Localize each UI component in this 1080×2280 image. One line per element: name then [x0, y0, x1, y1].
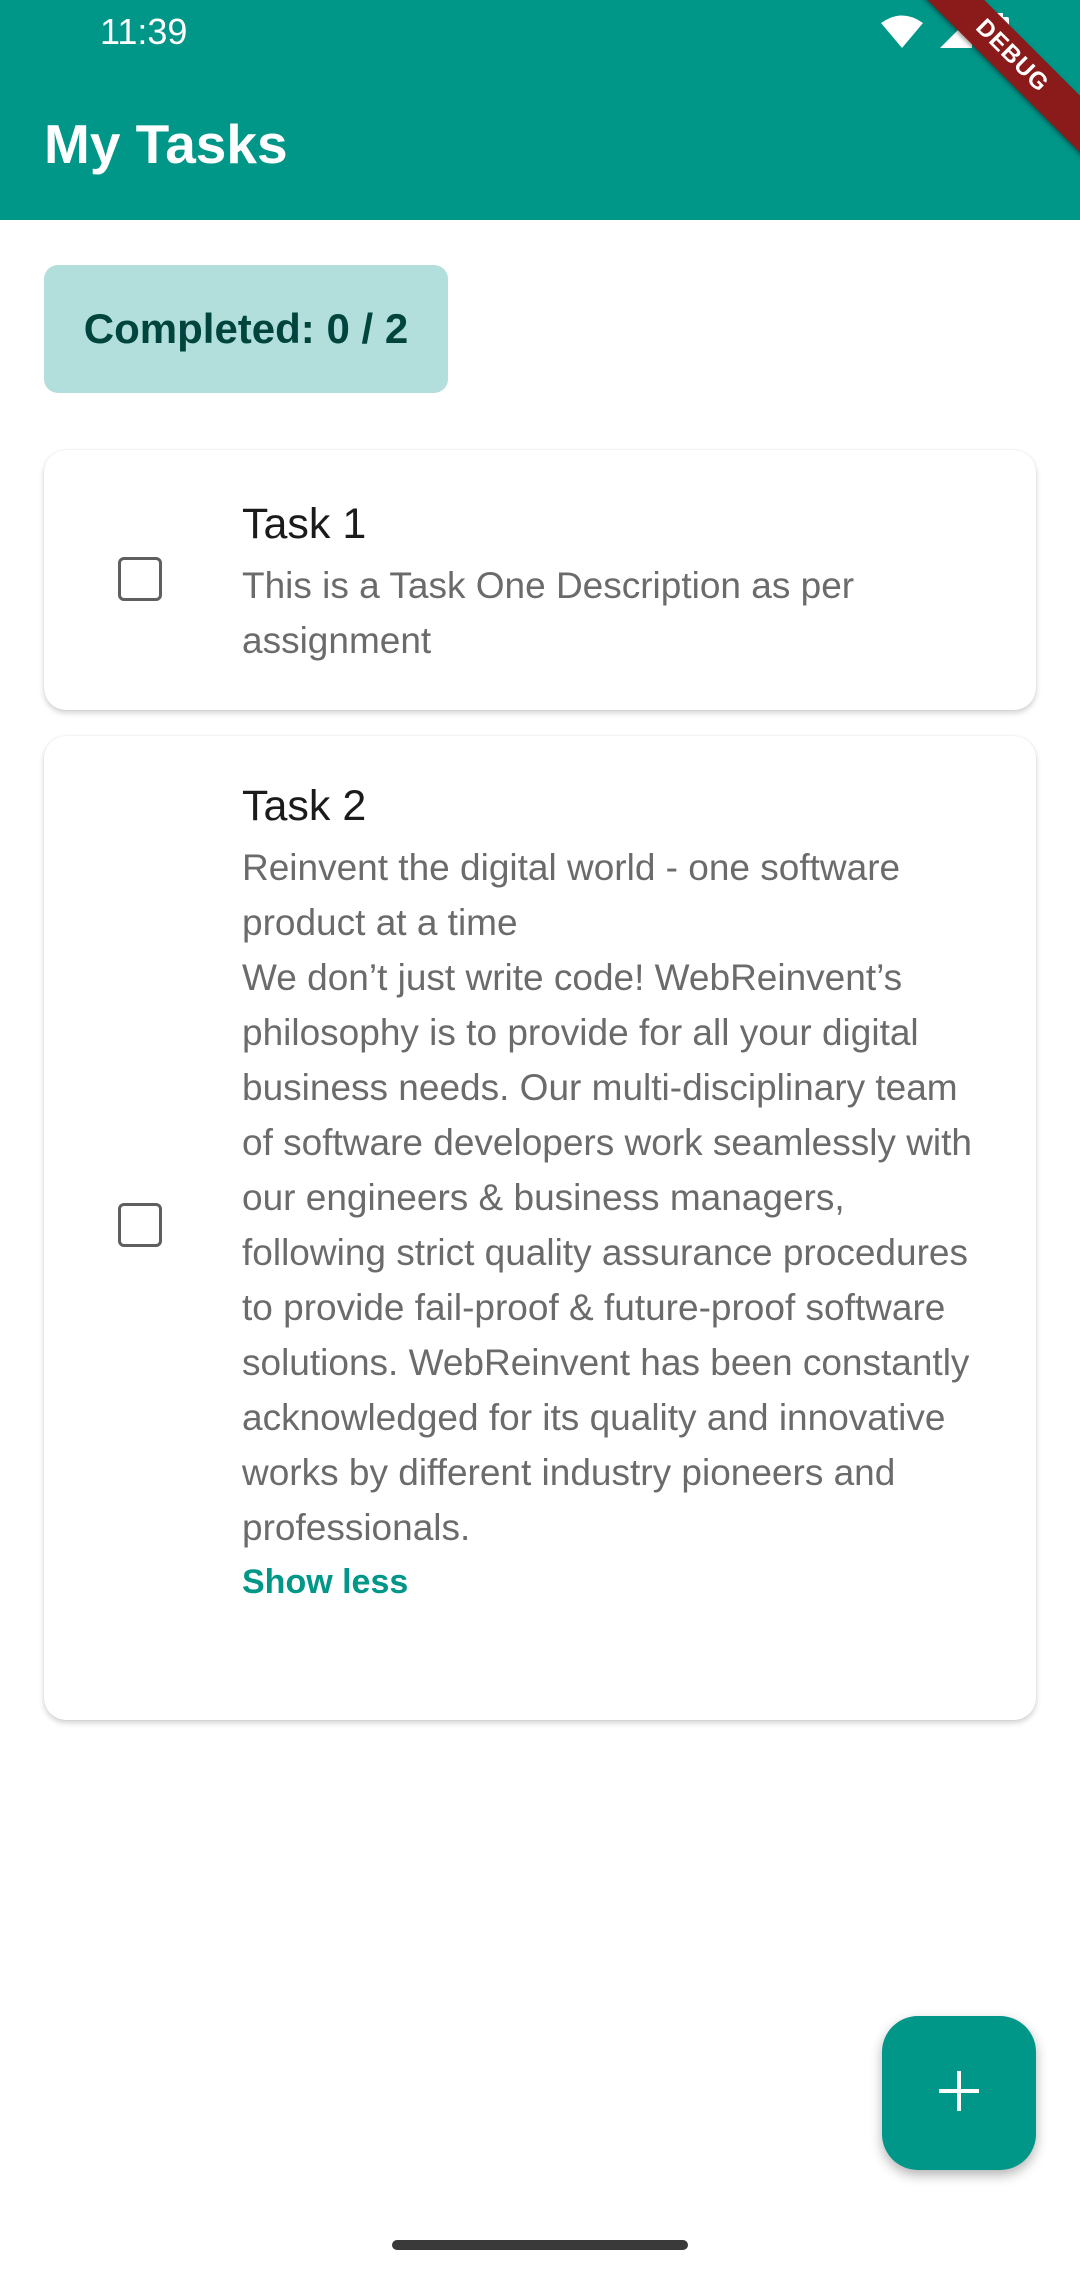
- task-card[interactable]: Task 1 This is a Task One Description as…: [44, 450, 1036, 710]
- task-description: This is a Task One Description as per as…: [242, 565, 855, 661]
- status-icons: [880, 12, 1010, 56]
- task-title: Task 2: [242, 782, 367, 830]
- task-checkbox[interactable]: [118, 557, 162, 601]
- task-title: Task 1: [242, 500, 367, 548]
- show-less-button[interactable]: Show less: [242, 1563, 408, 1602]
- add-task-button[interactable]: [882, 2016, 1036, 2170]
- task-card[interactable]: Task 2 Reinvent the digital world - one …: [44, 736, 1036, 1720]
- wifi-icon: [880, 14, 924, 55]
- home-indicator[interactable]: [392, 2240, 688, 2250]
- battery-icon: [988, 12, 1010, 56]
- page-title: My Tasks: [44, 113, 288, 175]
- signal-icon: [938, 14, 974, 55]
- completed-counter: Completed: 0 / 2: [44, 265, 448, 393]
- task-content: Task 2 Reinvent the digital world - one …: [242, 778, 996, 1602]
- status-time: 11:39: [100, 11, 188, 52]
- task-checkbox[interactable]: [118, 1203, 162, 1247]
- add-icon: [937, 2069, 981, 2118]
- task-content: Task 1 This is a Task One Description as…: [242, 496, 996, 668]
- app-bar: 11:39 My Tasks: [0, 0, 1080, 220]
- task-description: Reinvent the digital world - one softwar…: [242, 847, 973, 1548]
